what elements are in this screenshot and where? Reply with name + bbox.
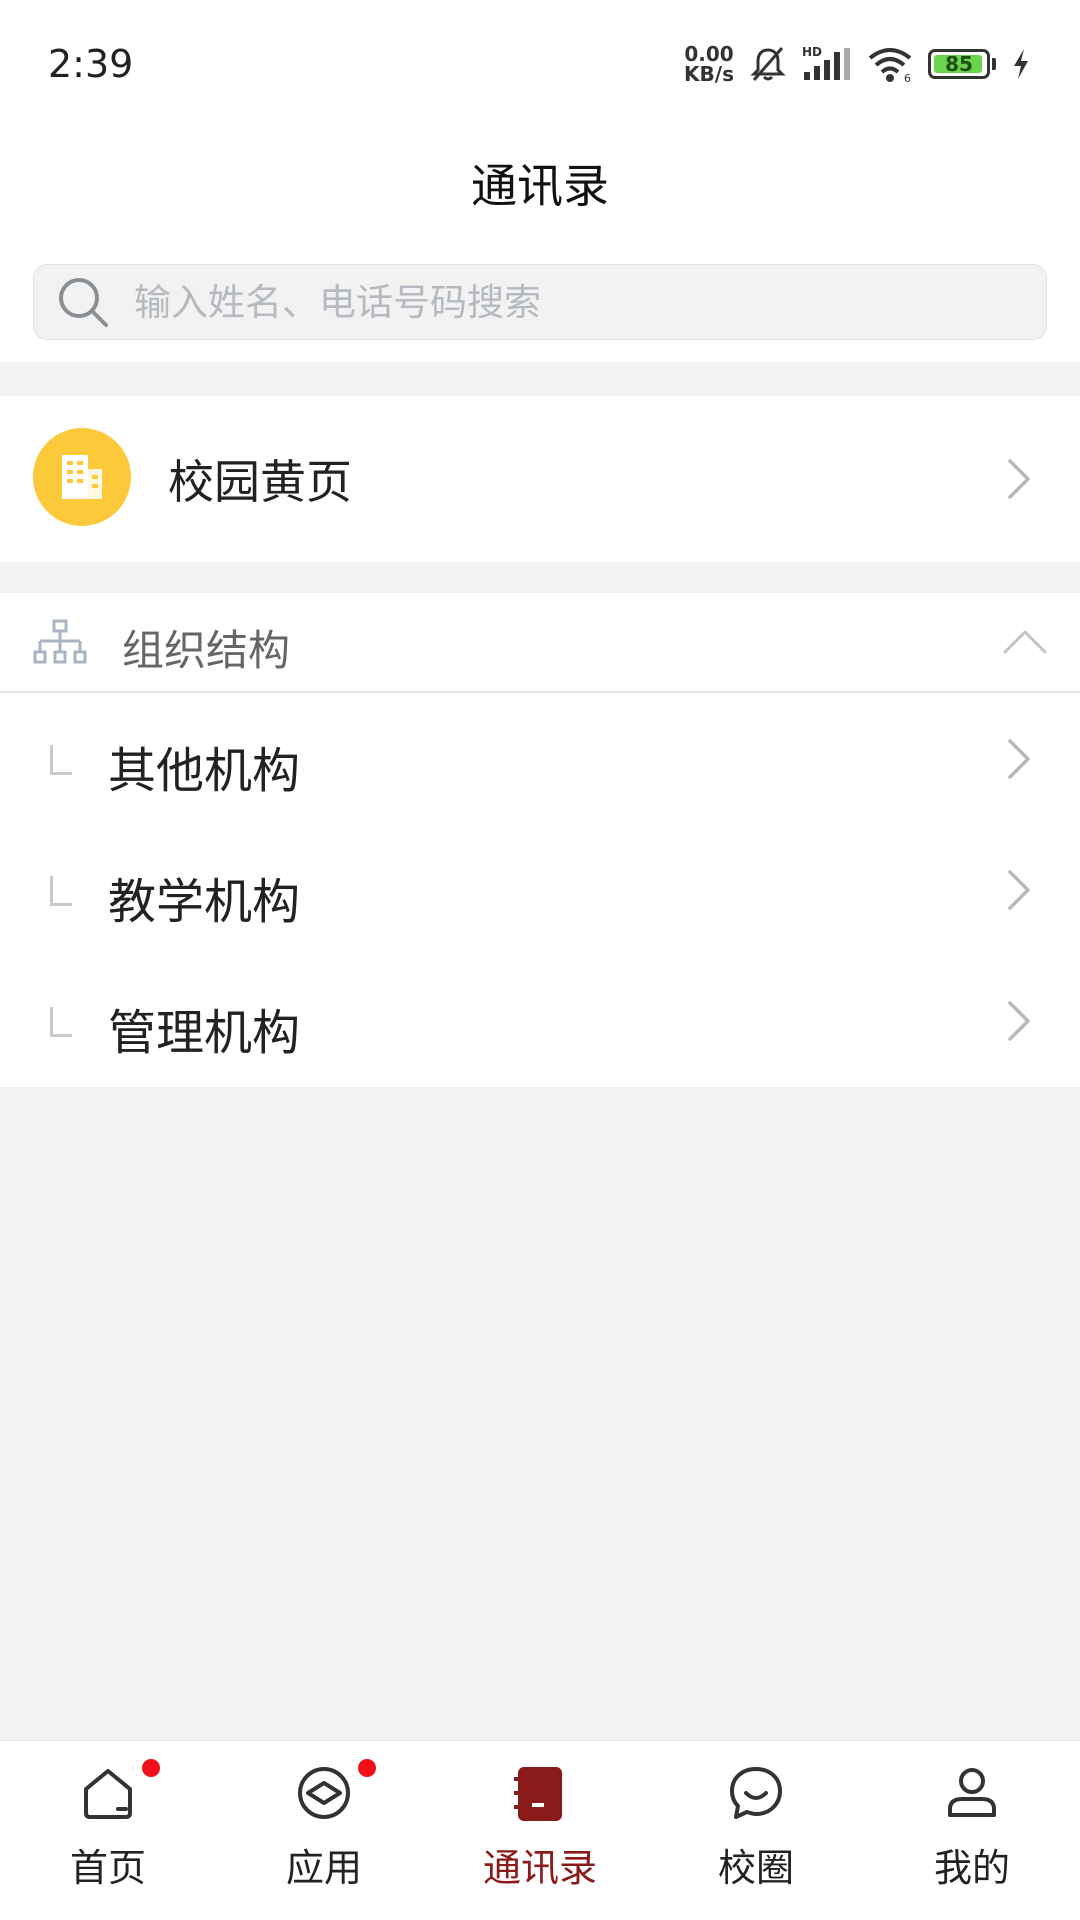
building-icon bbox=[62, 455, 102, 499]
apps-icon bbox=[298, 1767, 350, 1819]
tab-mine[interactable]: 我的 bbox=[864, 1741, 1080, 1920]
battery-level: 85 bbox=[945, 52, 973, 76]
screen: 2:39 0.00 KB/s HD 6 85 通讯录 输入姓名、电话号码搜索 校… bbox=[0, 0, 1080, 1920]
org-item-label: 管理机构 bbox=[108, 1005, 301, 1061]
org-structure-section: 组织结构 其他机构 教学机构 管理机构 bbox=[0, 593, 1080, 1087]
campus-yellow-pages-row[interactable]: 校园黄页 bbox=[0, 396, 1080, 562]
chevron-right-icon bbox=[1008, 459, 1030, 499]
org-item-teaching[interactable]: 教学机构 bbox=[0, 824, 1080, 955]
status-bar: 2:39 0.00 KB/s HD 6 85 bbox=[0, 0, 1080, 128]
page-title: 通讯录 bbox=[471, 159, 609, 213]
tab-label: 校圈 bbox=[717, 1846, 794, 1890]
org-item-management[interactable]: 管理机构 bbox=[0, 955, 1080, 1086]
org-item-other[interactable]: 其他机构 bbox=[0, 693, 1080, 824]
chevron-right-icon bbox=[1008, 870, 1030, 910]
user-icon bbox=[948, 1768, 996, 1817]
signal-hd-label: HD bbox=[802, 45, 822, 59]
network-speed-value: 0.00 bbox=[684, 42, 734, 66]
yellow-pages-label: 校园黄页 bbox=[168, 455, 352, 509]
search-input[interactable] bbox=[134, 280, 994, 324]
network-speed: 0.00 KB/s bbox=[684, 44, 734, 84]
battery-indicator: 85 bbox=[928, 49, 996, 79]
status-icons: 0.00 KB/s HD 6 85 bbox=[684, 44, 1032, 84]
tree-branch-icon bbox=[50, 876, 72, 906]
chevron-right-icon bbox=[1008, 739, 1030, 779]
org-structure-header[interactable]: 组织结构 bbox=[0, 593, 1080, 693]
mute-bell-icon bbox=[750, 47, 786, 81]
chevron-right-icon bbox=[1008, 1001, 1030, 1041]
apps-badge-dot bbox=[358, 1759, 376, 1777]
org-item-label: 教学机构 bbox=[108, 874, 301, 930]
wifi-icon: 6 bbox=[868, 48, 912, 84]
tab-label: 通讯录 bbox=[482, 1846, 597, 1890]
org-chart-icon bbox=[33, 619, 87, 664]
contacts-icon bbox=[514, 1767, 562, 1821]
charging-bolt-icon bbox=[1014, 49, 1028, 79]
tab-apps[interactable]: 应用 bbox=[216, 1741, 432, 1920]
tree-branch-icon bbox=[50, 1007, 72, 1037]
tab-campus-circle[interactable]: 校圈 bbox=[648, 1741, 864, 1920]
search-bar[interactable] bbox=[33, 264, 1047, 340]
home-badge-dot bbox=[142, 1759, 160, 1777]
bottom-tab-bar: 首页 应用 通讯录 校圈 我的 bbox=[0, 1740, 1080, 1920]
tab-home[interactable]: 首页 bbox=[0, 1741, 216, 1920]
status-time: 2:39 bbox=[48, 42, 134, 86]
page-header: 通讯录 bbox=[0, 128, 1080, 238]
org-structure-title: 组织结构 bbox=[122, 626, 291, 675]
home-icon bbox=[84, 1769, 132, 1819]
search-icon bbox=[59, 278, 108, 327]
yellow-pages-avatar bbox=[33, 428, 131, 526]
battery-cap bbox=[992, 58, 996, 70]
cell-signal-icon: HD bbox=[802, 45, 850, 80]
tree-branch-icon bbox=[50, 745, 72, 775]
search-section bbox=[0, 238, 1080, 362]
chevron-up-icon[interactable] bbox=[1002, 627, 1048, 655]
tab-label: 我的 bbox=[933, 1846, 1010, 1890]
network-speed-unit: KB/s bbox=[684, 62, 734, 86]
tab-contacts[interactable]: 通讯录 bbox=[432, 1741, 648, 1920]
org-item-label: 其他机构 bbox=[108, 743, 301, 799]
battery-icon: 85 bbox=[928, 49, 990, 79]
svg-text:6: 6 bbox=[904, 72, 911, 84]
tab-label: 首页 bbox=[69, 1846, 146, 1890]
tab-label: 应用 bbox=[285, 1846, 362, 1890]
chat-bubble-icon bbox=[730, 1767, 782, 1819]
